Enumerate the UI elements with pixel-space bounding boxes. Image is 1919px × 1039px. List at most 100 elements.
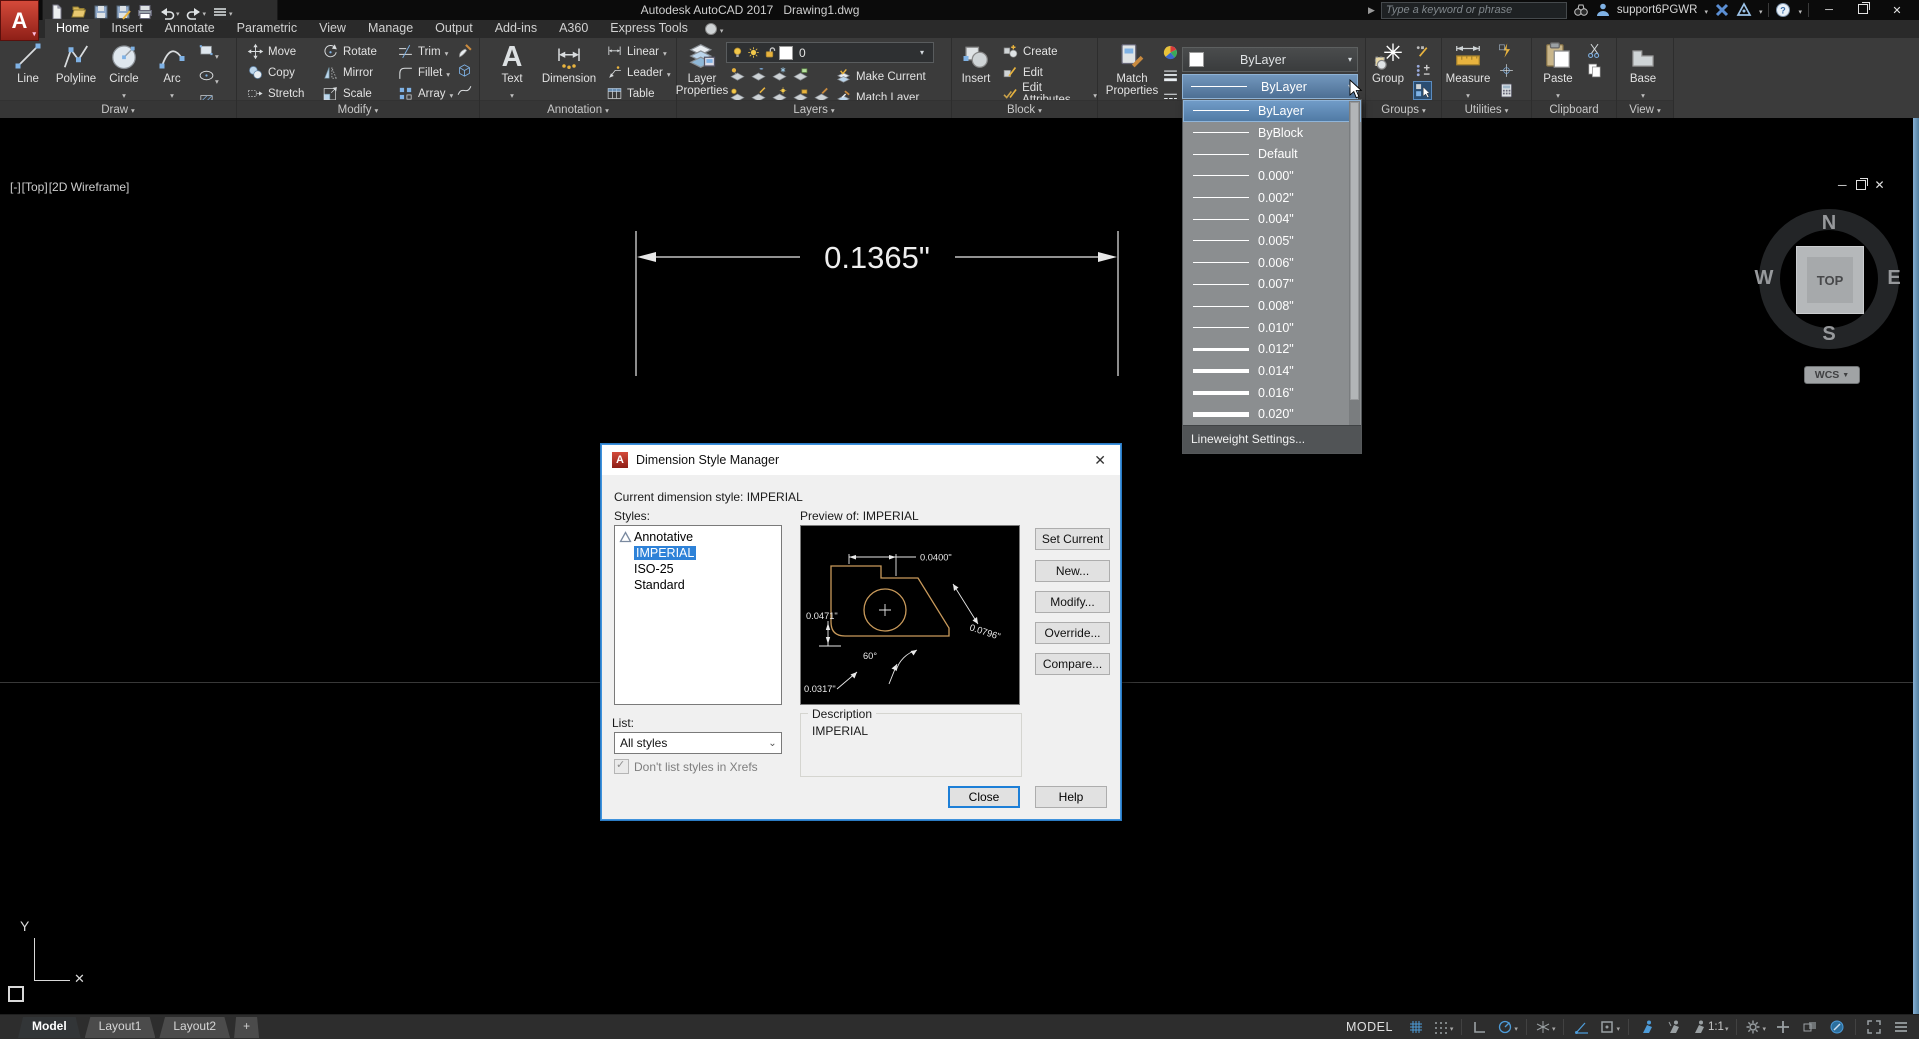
arc-button[interactable]: Arc bbox=[148, 41, 196, 103]
minimize-button[interactable]: ─ bbox=[1815, 4, 1843, 16]
polyline-button[interactable]: Polyline bbox=[52, 41, 100, 85]
status-osnap[interactable] bbox=[1597, 1017, 1622, 1037]
status-customization[interactable] bbox=[1889, 1017, 1913, 1037]
base-button[interactable]: Base bbox=[1621, 41, 1665, 103]
circle-button[interactable]: Circle bbox=[100, 41, 148, 103]
tab-annotate[interactable]: Annotate bbox=[154, 19, 226, 38]
quick-select-icon[interactable] bbox=[1498, 42, 1515, 59]
status-annotation-visibility[interactable] bbox=[1635, 1017, 1659, 1037]
ribbon-display-toggle[interactable] bbox=[705, 20, 724, 38]
scrollbar-thumb[interactable] bbox=[1350, 102, 1359, 400]
line-button[interactable]: Line bbox=[4, 41, 52, 85]
a360-caret[interactable] bbox=[1758, 1, 1763, 19]
qat-menu-button[interactable] bbox=[210, 3, 235, 21]
tab-output[interactable]: Output bbox=[424, 19, 484, 38]
layer-select-combo[interactable]: 0 ▾ bbox=[726, 42, 934, 63]
make-current-button[interactable]: Make Current bbox=[835, 66, 926, 87]
undo-button[interactable] bbox=[157, 3, 182, 21]
viewcube-south[interactable]: S bbox=[1814, 323, 1844, 346]
lineweight-option[interactable]: 0.014" bbox=[1183, 360, 1361, 382]
group-edit-icon[interactable] bbox=[1414, 42, 1431, 59]
restore-button[interactable] bbox=[1849, 4, 1877, 17]
save-button[interactable] bbox=[91, 3, 111, 21]
offset-icon[interactable] bbox=[456, 82, 473, 99]
status-isodraft[interactable] bbox=[1533, 1017, 1558, 1037]
save-as-button[interactable] bbox=[113, 3, 133, 21]
help-caret[interactable] bbox=[1797, 1, 1802, 19]
lineweight-option[interactable]: ByLayer bbox=[1183, 100, 1361, 122]
tab-home[interactable]: Home bbox=[45, 19, 100, 38]
panel-footer-modify[interactable]: Modify bbox=[237, 100, 479, 118]
search-expand-icon[interactable]: ▶ bbox=[1368, 5, 1375, 16]
status-graphics-performance[interactable] bbox=[1825, 1017, 1849, 1037]
status-clean-screen[interactable] bbox=[1862, 1017, 1886, 1037]
viewcube-top-face[interactable]: TOP bbox=[1796, 246, 1864, 314]
lineweight-option[interactable]: 0.000" bbox=[1183, 165, 1361, 187]
panel-footer-layers[interactable]: Layers bbox=[677, 100, 951, 118]
close-dialog-button[interactable]: Close bbox=[948, 786, 1020, 808]
explode-icon[interactable] bbox=[456, 62, 473, 79]
quick-calc-icon[interactable] bbox=[1498, 82, 1515, 99]
tab-model[interactable]: Model bbox=[18, 1017, 81, 1038]
dialog-title-bar[interactable]: A Dimension Style Manager ✕ bbox=[602, 445, 1120, 475]
a360-icon[interactable] bbox=[1736, 2, 1752, 18]
panel-footer-draw[interactable]: Draw bbox=[0, 100, 236, 118]
edit-block-button[interactable]: Edit bbox=[1002, 62, 1097, 83]
user-menu-caret[interactable] bbox=[1703, 1, 1708, 19]
create-block-button[interactable]: Create bbox=[1002, 41, 1097, 62]
lineweight-icon[interactable] bbox=[1162, 67, 1179, 84]
dropdown-scrollbar[interactable] bbox=[1349, 101, 1360, 425]
panel-footer-groups[interactable]: Groups bbox=[1366, 100, 1441, 118]
ellipse-button[interactable] bbox=[198, 67, 219, 89]
status-otrack[interactable] bbox=[1570, 1017, 1594, 1037]
color-wheel-icon[interactable] bbox=[1162, 44, 1179, 61]
signed-in-user[interactable]: support6PGWR bbox=[1617, 4, 1698, 16]
tab-a360[interactable]: A360 bbox=[548, 19, 599, 38]
status-snap[interactable] bbox=[1431, 1017, 1456, 1037]
status-workspace[interactable] bbox=[1743, 1017, 1768, 1037]
leader-button[interactable]: Leader bbox=[606, 62, 671, 83]
tab-parametric[interactable]: Parametric bbox=[226, 19, 308, 38]
measure-button[interactable]: Measure bbox=[1444, 41, 1492, 103]
status-isolate-objects[interactable] bbox=[1798, 1017, 1822, 1037]
plot-button[interactable] bbox=[135, 3, 155, 21]
group-bounding-icon[interactable] bbox=[1414, 62, 1431, 79]
copy-clip-icon[interactable] bbox=[1586, 62, 1603, 79]
linear-button[interactable]: Linear bbox=[606, 41, 671, 62]
xref-checkbox[interactable]: Don't list styles in Xrefs bbox=[614, 759, 758, 774]
viewcube-west[interactable]: W bbox=[1749, 267, 1779, 290]
viewcube-east[interactable]: E bbox=[1879, 267, 1909, 290]
panel-footer-block[interactable]: Block bbox=[952, 100, 1097, 118]
open-button[interactable] bbox=[69, 3, 89, 21]
tab-layout2[interactable]: Layout2 bbox=[159, 1017, 230, 1038]
paste-button[interactable]: Paste bbox=[1536, 41, 1580, 103]
styles-list[interactable]: AnnotativeIMPERIALISO-25Standard bbox=[614, 525, 782, 705]
layer-freeze-icon[interactable] bbox=[771, 66, 788, 83]
dialog-close-icon[interactable]: ✕ bbox=[1094, 452, 1106, 469]
redo-button[interactable] bbox=[184, 3, 209, 21]
trim-button[interactable]: Trim bbox=[397, 41, 453, 62]
status-polar[interactable] bbox=[1495, 1017, 1520, 1037]
lineweight-option[interactable]: 0.008" bbox=[1183, 295, 1361, 317]
lineweight-option[interactable]: 0.006" bbox=[1183, 252, 1361, 274]
rotate-button[interactable]: Rotate bbox=[322, 41, 377, 62]
style-item[interactable]: ISO-25 bbox=[615, 561, 781, 577]
application-menu-button[interactable]: A ▾ bbox=[0, 0, 39, 41]
layer-off-icon[interactable] bbox=[729, 66, 746, 83]
rectangle-button[interactable] bbox=[198, 42, 219, 64]
viewcube-wcs-menu[interactable]: WCS▼ bbox=[1804, 366, 1860, 384]
status-ortho[interactable] bbox=[1468, 1017, 1492, 1037]
style-item[interactable]: Annotative bbox=[615, 529, 781, 545]
lineweight-option[interactable]: 0.010" bbox=[1183, 317, 1361, 339]
tab-express-tools[interactable]: Express Tools bbox=[599, 19, 699, 38]
compare-button[interactable]: Compare... bbox=[1035, 653, 1110, 675]
new-button[interactable]: New... bbox=[1035, 560, 1110, 582]
exchange-apps-icon[interactable] bbox=[1714, 2, 1730, 18]
layer-lock-icon[interactable] bbox=[792, 66, 809, 83]
layer-properties-button[interactable]: Layer Properties bbox=[677, 41, 727, 97]
group-button[interactable]: Group bbox=[1366, 41, 1410, 85]
style-item[interactable]: Standard bbox=[615, 577, 781, 593]
tab-add-ins[interactable]: Add-ins bbox=[484, 19, 548, 38]
match-properties-button[interactable]: Match Properties bbox=[1104, 41, 1160, 97]
lineweight-option[interactable]: 0.004" bbox=[1183, 208, 1361, 230]
